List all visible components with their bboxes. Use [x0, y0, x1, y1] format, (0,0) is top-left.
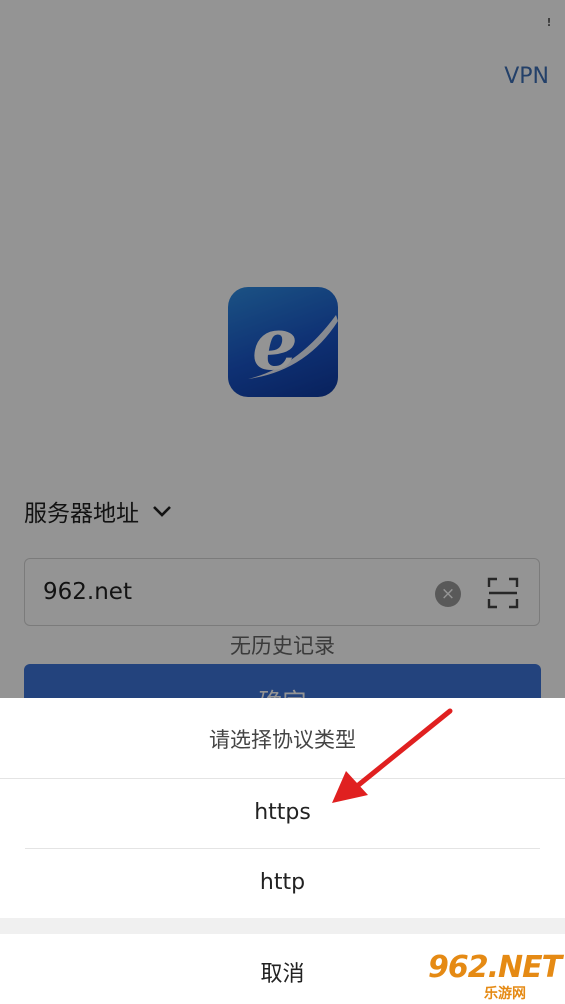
sheet-separator [0, 918, 565, 934]
sheet-title: 请选择协议类型 [209, 728, 356, 752]
option-http[interactable]: http [0, 849, 565, 918]
watermark-text: 962.NET [428, 950, 562, 985]
option-label: http [259, 870, 306, 895]
option-label: https [254, 800, 311, 825]
watermark-subtext: 乐游网 [484, 986, 526, 1002]
watermark-logo: 962.NET 乐游网 [426, 950, 562, 1002]
red-arrow-annotation [332, 708, 453, 803]
option-https[interactable]: https [0, 779, 565, 848]
